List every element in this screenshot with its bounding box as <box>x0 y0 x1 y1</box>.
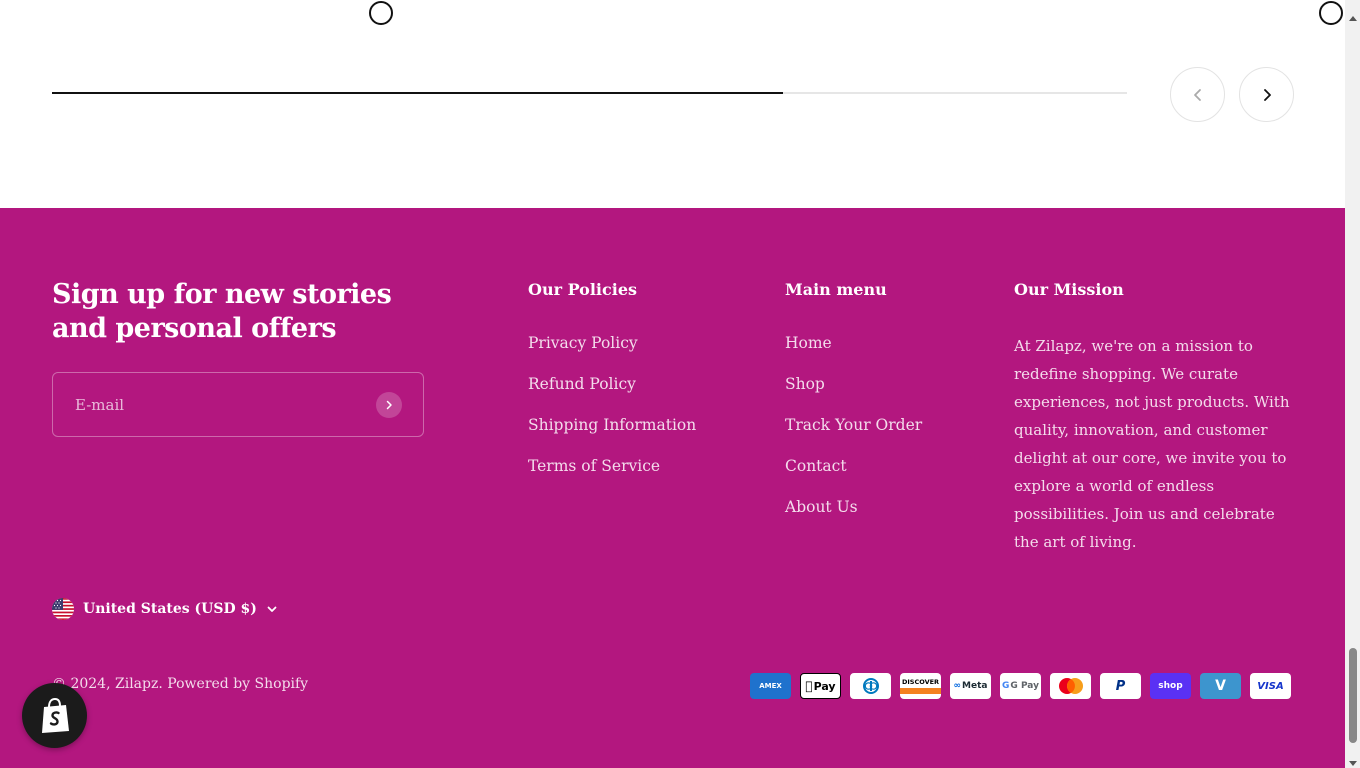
country-label: United States (USD $) <box>83 601 257 617</box>
policies-heading: Our Policies <box>528 280 638 299</box>
newsletter-submit-button[interactable] <box>376 392 402 418</box>
shopify-chat-button[interactable] <box>22 683 87 748</box>
shop-link[interactable]: Shop <box>785 375 825 393</box>
email-field[interactable] <box>75 391 355 419</box>
meta-pay-icon: ∞ Meta <box>950 673 991 699</box>
scrollbar-thumb[interactable] <box>1349 648 1357 743</box>
carousel-progress-fill <box>52 92 783 94</box>
about-us-link[interactable]: About Us <box>785 498 858 516</box>
amex-label: AMEX <box>759 681 782 690</box>
carousel-next-button[interactable] <box>1239 67 1294 122</box>
powered-by-shopify-link[interactable]: Powered by Shopify <box>167 676 308 692</box>
chevron-right-icon <box>1263 88 1271 101</box>
main-menu-heading: Main menu <box>785 280 887 299</box>
policy-item: Privacy Policy <box>528 334 696 375</box>
menu-item: Home <box>785 334 922 375</box>
site-footer: Sign up for new stories and personal off… <box>0 208 1345 768</box>
paypal-label: P <box>1115 678 1126 694</box>
carousel-progress-bar <box>52 92 1127 94</box>
menu-item: About Us <box>785 498 922 539</box>
newsletter-title: Sign up for new stories and personal off… <box>52 279 392 344</box>
shopify-bag-icon <box>41 697 69 733</box>
home-link[interactable]: Home <box>785 334 832 352</box>
mission-heading: Our Mission <box>1014 280 1124 299</box>
menu-item: Contact <box>785 457 922 498</box>
menu-item: Shop <box>785 375 922 416</box>
meta-pay-label: Meta <box>962 681 988 691</box>
page-scrollbar[interactable] <box>1345 0 1360 768</box>
copyright: © 2024, Zilapz. Powered by Shopify <box>52 676 308 692</box>
paypal-icon: P <box>1100 673 1141 699</box>
refund-policy-link[interactable]: Refund Policy <box>528 375 636 393</box>
chevron-left-icon <box>1193 88 1201 101</box>
terms-of-service-link[interactable]: Terms of Service <box>528 457 660 475</box>
visa-icon: VISA <box>1250 673 1291 699</box>
discover-label: DISCOVER <box>901 678 940 686</box>
shop-pay-label: shop <box>1158 681 1183 691</box>
country-selector[interactable]: United States (USD $) <box>52 598 278 620</box>
store-name-link[interactable]: Zilapz <box>115 676 158 692</box>
carousel-section <box>0 0 1345 208</box>
chevron-down-icon <box>266 603 278 615</box>
payment-icons: AMEX Pay DISCOVER ∞Meta GG Pay P shop V… <box>750 673 1291 699</box>
privacy-policy-link[interactable]: Privacy Policy <box>528 334 638 352</box>
venmo-icon: V <box>1200 673 1241 699</box>
mission-text: At Zilapz, we're on a mission to redefin… <box>1014 337 1290 551</box>
us-flag-icon <box>52 598 74 620</box>
newsletter-form <box>52 372 424 437</box>
policy-item: Refund Policy <box>528 375 696 416</box>
main-menu-list: Home Shop Track Your Order Contact About… <box>785 334 922 539</box>
chevron-right-icon <box>386 400 392 410</box>
mastercard-icon <box>1050 673 1091 699</box>
shipping-information-link[interactable]: Shipping Information <box>528 416 696 434</box>
google-pay-label: G Pay <box>1010 681 1039 691</box>
shop-pay-icon: shop <box>1150 673 1191 699</box>
policy-item: Terms of Service <box>528 457 696 498</box>
scroll-down-arrow-icon[interactable] <box>1349 752 1357 768</box>
amex-icon: AMEX <box>750 673 791 699</box>
contact-link[interactable]: Contact <box>785 457 847 475</box>
track-order-link[interactable]: Track Your Order <box>785 416 922 434</box>
copyright-separator: . <box>158 676 168 692</box>
visa-label: VISA <box>1257 680 1284 692</box>
apple-pay-label: Pay <box>809 679 836 693</box>
policy-item: Shipping Information <box>528 416 696 457</box>
apple-pay-icon: Pay <box>800 673 841 699</box>
carousel-prev-button[interactable] <box>1170 67 1225 122</box>
scroll-up-arrow-icon[interactable] <box>1349 6 1357 25</box>
diners-club-icon <box>850 673 891 699</box>
policies-list: Privacy Policy Refund Policy Shipping In… <box>528 334 696 498</box>
google-pay-icon: GG Pay <box>1000 673 1041 699</box>
circle-marker <box>369 1 393 25</box>
menu-item: Track Your Order <box>785 416 922 457</box>
circle-marker <box>1319 1 1343 25</box>
venmo-label: V <box>1215 678 1226 694</box>
discover-icon: DISCOVER <box>900 673 941 699</box>
